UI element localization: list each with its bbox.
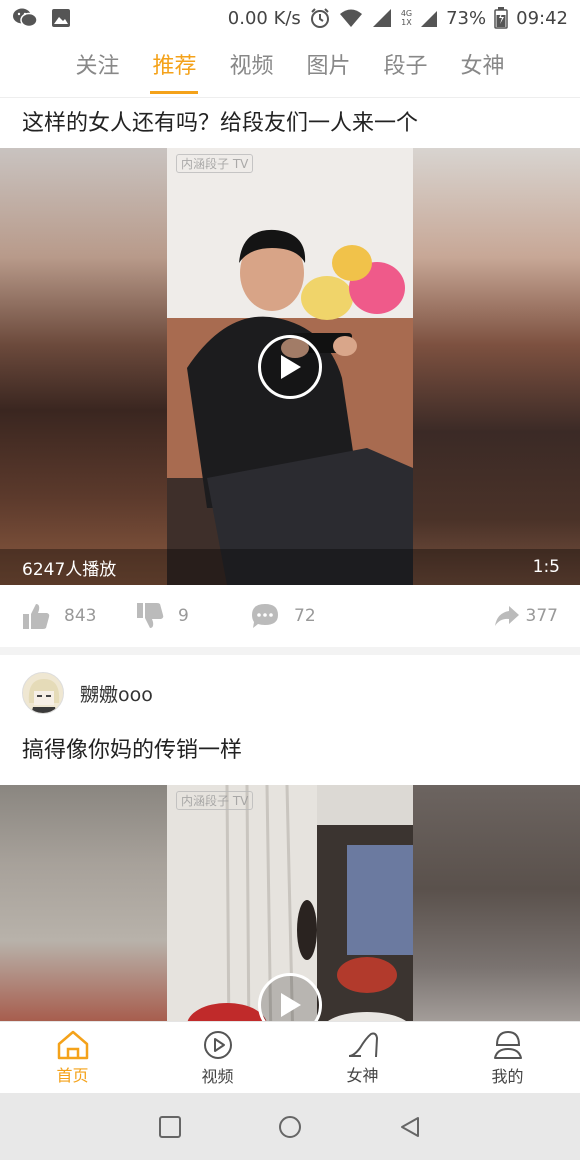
profile-icon: [493, 1030, 522, 1059]
alarm-icon: [309, 7, 331, 29]
network-type: 4G 1X: [401, 9, 412, 27]
video-blur-right: [413, 148, 580, 585]
tab-video[interactable]: 视频: [227, 36, 275, 98]
nav-goddess[interactable]: 女神: [290, 1022, 435, 1093]
nav-profile-label: 我的: [491, 1066, 524, 1086]
video-player[interactable]: 内涵段子 TV: [0, 785, 580, 1021]
high-heel-icon: [348, 1032, 378, 1057]
nav-home-label: 首页: [56, 1065, 89, 1085]
status-right: 0.00 K/s 4G 1X 73% 09:42: [228, 7, 568, 29]
tab-jokes[interactable]: 段子: [382, 36, 430, 98]
tab-pictures[interactable]: 图片: [305, 36, 353, 98]
circle-icon: [279, 1115, 301, 1138]
home-icon: [57, 1030, 88, 1059]
wifi-icon: [339, 8, 363, 28]
share-count: 377: [525, 606, 558, 626]
share-icon: [494, 606, 519, 626]
play-icon: [281, 355, 301, 379]
signal-icon-2: [420, 8, 438, 28]
play-button[interactable]: [258, 335, 322, 399]
thumbs-up-icon: [23, 604, 50, 629]
post-title[interactable]: 搞得像你妈的传销一样: [0, 731, 580, 785]
square-icon: [159, 1115, 181, 1138]
back-button[interactable]: [390, 1107, 430, 1147]
nav-video[interactable]: 视频: [145, 1022, 290, 1093]
share-button[interactable]: 377: [494, 604, 558, 628]
like-count: 843: [64, 606, 97, 626]
back-triangle-icon: [401, 1116, 419, 1137]
wechat-icon: [12, 7, 38, 29]
video-blur-right: [413, 785, 580, 1021]
bottom-nav: 首页 视频 女神 我的: [0, 1021, 580, 1093]
feed[interactable]: 这样的女人还有吗？给段友们一人来一个 内涵段子 TV 6247人播放 1:5 8…: [0, 98, 580, 1021]
nav-home[interactable]: 首页: [0, 1022, 145, 1093]
video-duration: 1:5: [532, 557, 560, 577]
like-button[interactable]: 843: [22, 602, 136, 630]
video-player[interactable]: 内涵段子 TV 6247人播放 1:5: [0, 148, 580, 585]
video-blur-left: [0, 785, 167, 1021]
watermark: 内涵段子 TV: [176, 154, 254, 173]
nav-goddess-label: 女神: [346, 1065, 379, 1085]
post-actions: 843 9 72 377: [0, 585, 580, 655]
dislike-button[interactable]: 9: [136, 602, 250, 630]
image-icon: [50, 7, 72, 29]
system-nav-bar: [0, 1093, 580, 1160]
signal-icon: [371, 8, 393, 28]
avatar-image: [23, 673, 63, 713]
play-count: 6247人播放: [22, 559, 117, 580]
tab-goddess[interactable]: 女神: [459, 36, 507, 98]
clock: 09:42: [516, 7, 568, 29]
net-type-label: 4G: [400, 9, 413, 18]
post-author: 嬲嫐ooo: [0, 655, 580, 731]
home-button[interactable]: [270, 1107, 310, 1147]
comment-button[interactable]: 72: [250, 602, 370, 630]
comment-count: 72: [294, 606, 316, 626]
dislike-count: 9: [178, 606, 189, 626]
play-circle-icon: [203, 1030, 232, 1059]
nav-profile[interactable]: 我的: [435, 1022, 580, 1093]
net-speed: 0.00 K/s: [227, 7, 301, 29]
battery-percent: 73%: [446, 7, 487, 29]
category-tabs: 关注 推荐 视频 图片 段子 女神: [0, 36, 580, 98]
avatar[interactable]: [22, 672, 64, 714]
username[interactable]: 嬲嫐ooo: [80, 680, 153, 707]
status-bar: 0.00 K/s 4G 1X 73% 09:42: [0, 0, 580, 36]
sim-label: 1X: [401, 18, 412, 27]
video-info-bar: 6247人播放 1:5: [0, 549, 580, 585]
nav-video-label: 视频: [201, 1066, 234, 1086]
play-icon: [281, 993, 301, 1017]
comment-icon: [252, 604, 278, 628]
app-screen: 0.00 K/s 4G 1X 73% 09:42 关注 推荐 视频 图片 段子 …: [0, 0, 580, 1160]
tab-recommended[interactable]: 推荐: [150, 36, 199, 98]
post-title[interactable]: 这样的女人还有吗？给段友们一人来一个: [0, 98, 580, 148]
video-blur-left: [0, 148, 167, 585]
status-left: [12, 7, 72, 29]
thumbs-down-icon: [137, 603, 164, 628]
tab-follow[interactable]: 关注: [73, 36, 121, 98]
battery-icon: [494, 7, 508, 29]
recent-apps-button[interactable]: [150, 1107, 190, 1147]
watermark: 内涵段子 TV: [176, 791, 254, 810]
